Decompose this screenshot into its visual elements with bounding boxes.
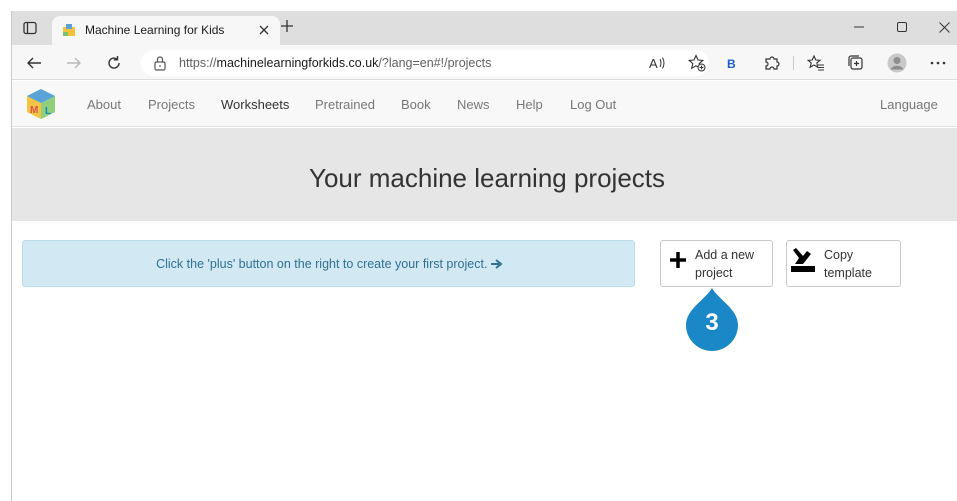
nav-book[interactable]: Book xyxy=(401,97,431,112)
nav-projects[interactable]: Projects xyxy=(148,97,195,112)
refresh-icon[interactable] xyxy=(104,53,124,73)
more-icon[interactable] xyxy=(928,53,948,73)
url-host: machinelearningforkids.co.uk xyxy=(216,56,379,70)
close-icon[interactable] xyxy=(933,17,955,37)
nav-language[interactable]: Language xyxy=(880,97,938,112)
forward-icon[interactable] xyxy=(64,53,84,73)
address-bar[interactable]: https://machinelearningforkids.co.uk/?la… xyxy=(141,50,709,76)
favorites-icon[interactable] xyxy=(806,53,826,73)
info-text: Click the 'plus' button on the right to … xyxy=(156,257,488,271)
svg-text:A: A xyxy=(649,56,658,71)
url-prefix: https:// xyxy=(179,56,217,70)
arrow-right-icon xyxy=(490,258,503,272)
info-message: Click the 'plus' button on the right to … xyxy=(23,257,636,272)
extensions-icon[interactable] xyxy=(762,53,782,73)
lock-icon[interactable] xyxy=(153,55,167,71)
svg-text:M: M xyxy=(30,105,38,116)
page-header: Your machine learning projects xyxy=(12,128,957,221)
nav-log-out[interactable]: Log Out xyxy=(570,97,616,112)
minimize-icon[interactable] xyxy=(848,17,870,37)
url-path: /?lang=en#!/projects xyxy=(378,56,492,70)
browser-tab[interactable]: Machine Learning for Kids xyxy=(52,16,280,45)
plus-icon xyxy=(669,251,687,269)
nav-help[interactable]: Help xyxy=(516,97,543,112)
tab-strip: Machine Learning for Kids xyxy=(12,11,957,45)
svg-text:B: B xyxy=(727,57,736,70)
copy-template-icon xyxy=(790,245,816,273)
favicon-icon xyxy=(62,23,76,37)
url-text[interactable]: https://machinelearningforkids.co.uk/?la… xyxy=(179,56,491,70)
copy-template-button[interactable]: Copy template xyxy=(786,240,901,287)
page-title: Your machine learning projects xyxy=(308,163,666,193)
copy-template-label: Copy template xyxy=(824,248,872,280)
nav-pretrained[interactable]: Pretrained xyxy=(315,97,375,112)
collections-icon[interactable] xyxy=(846,53,866,73)
add-project-label: Add a new project xyxy=(695,248,755,280)
step-number: 3 xyxy=(705,309,719,336)
add-project-button[interactable]: Add a new project xyxy=(660,240,773,287)
tab-title: Machine Learning for Kids xyxy=(85,23,225,37)
browser-toolbar: https://machinelearningforkids.co.uk/?la… xyxy=(12,45,957,80)
back-icon[interactable] xyxy=(24,53,44,73)
toolbar-divider xyxy=(793,56,794,70)
browser-window: Machine Learning for Kids https://machin… xyxy=(11,11,957,501)
nav-news[interactable]: News xyxy=(457,97,490,112)
maximize-icon[interactable] xyxy=(891,17,913,37)
site-navbar: M L About Projects Worksheets Pretrained… xyxy=(12,81,957,127)
svg-text:L: L xyxy=(45,106,51,117)
plus-icon[interactable] xyxy=(278,19,296,37)
nav-about[interactable]: About xyxy=(87,97,121,112)
profile-icon[interactable] xyxy=(887,53,907,73)
close-icon[interactable] xyxy=(256,22,272,38)
info-alert: Click the 'plus' button on the right to … xyxy=(22,240,635,287)
nav-worksheets[interactable]: Worksheets xyxy=(221,97,289,112)
add-favorite-icon[interactable] xyxy=(687,53,707,73)
tab-actions-icon[interactable] xyxy=(22,20,38,36)
bing-icon[interactable]: B xyxy=(722,53,742,73)
read-aloud-icon[interactable]: A xyxy=(647,53,667,73)
site-logo[interactable]: M L xyxy=(24,87,58,121)
